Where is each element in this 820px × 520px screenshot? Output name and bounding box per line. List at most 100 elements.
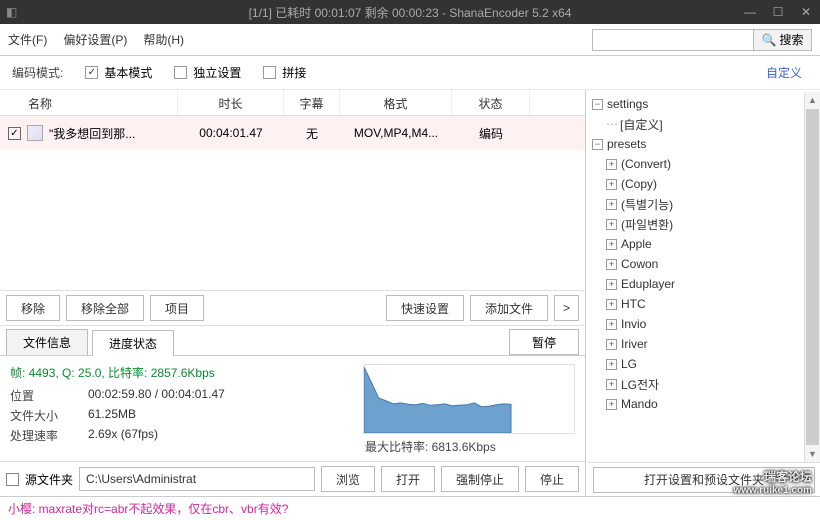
output-row: 源文件夹 C:\Users\Administrat 浏览 打开 强制停止 停止: [0, 462, 585, 496]
expand-icon[interactable]: +: [606, 179, 617, 190]
tree-node-custom[interactable]: ⋯[自定义]: [592, 114, 800, 134]
pause-button[interactable]: 暂停: [509, 329, 579, 355]
add-file-button[interactable]: 添加文件: [470, 295, 548, 321]
basic-mode-option[interactable]: 基本模式: [85, 64, 152, 81]
maximize-button[interactable]: ☐: [764, 0, 792, 24]
search-input[interactable]: [593, 30, 753, 50]
expand-icon[interactable]: +: [606, 259, 617, 270]
scrollbar[interactable]: ▲ ▼: [804, 92, 820, 462]
tab-file-info[interactable]: 文件信息: [6, 329, 88, 355]
checkbox-icon: [85, 66, 98, 79]
source-folder-checkbox[interactable]: [6, 473, 19, 486]
checkbox-icon: [174, 66, 187, 79]
open-button[interactable]: 打开: [381, 466, 435, 492]
open-preset-folder-button[interactable]: 打开设置和预设文件夹: [593, 467, 816, 493]
tree-node[interactable]: +Apple: [592, 234, 800, 254]
quick-settings-button[interactable]: 快速设置: [386, 295, 464, 321]
remove-all-button[interactable]: 移除全部: [66, 295, 144, 321]
tree-node[interactable]: +(특별기능): [592, 194, 800, 214]
expand-icon[interactable]: +: [606, 279, 617, 290]
independent-option[interactable]: 独立设置: [174, 64, 241, 81]
tabs-bar: 文件信息 进度状态 暂停: [0, 326, 585, 356]
tree-node-presets[interactable]: −presets: [592, 134, 800, 154]
menu-help[interactable]: 帮助(H): [143, 31, 184, 48]
window-title: [1/1] 已耗时 00:01:07 剩余 00:00:23 - ShanaEn…: [249, 4, 572, 21]
action-row: 移除 移除全部 项目 快速设置 添加文件 >: [0, 290, 585, 326]
col-status[interactable]: 状态: [452, 90, 530, 115]
col-name[interactable]: 名称: [0, 90, 178, 115]
minimize-button[interactable]: —: [736, 0, 764, 24]
menu-file[interactable]: 文件(F): [8, 31, 47, 48]
search-box: 🔍搜索: [592, 29, 812, 51]
project-button[interactable]: 项目: [150, 295, 204, 321]
col-subtitle[interactable]: 字幕: [284, 90, 340, 115]
customize-link[interactable]: 自定义: [766, 64, 802, 81]
speed-label: 处理速率: [10, 427, 88, 444]
output-path[interactable]: C:\Users\Administrat: [79, 467, 315, 491]
tree-node[interactable]: +(파일변환): [592, 214, 800, 234]
tree-node[interactable]: +(Convert): [592, 154, 800, 174]
tree-node[interactable]: +(Copy): [592, 174, 800, 194]
expand-icon[interactable]: +: [606, 219, 617, 230]
size-value: 61.25MB: [88, 407, 136, 424]
join-option[interactable]: 拼接: [263, 64, 306, 81]
speed-value: 2.69x (67fps): [88, 427, 158, 444]
cell-status: 编码: [452, 125, 530, 142]
tree-node[interactable]: +Iriver: [592, 334, 800, 354]
expand-icon[interactable]: +: [606, 379, 617, 390]
checkbox-icon: [263, 66, 276, 79]
tab-progress[interactable]: 进度状态: [92, 330, 174, 356]
more-button[interactable]: >: [554, 295, 579, 321]
tree-node-settings[interactable]: −settings: [592, 94, 800, 114]
status-bar: 小樱: maxrate对rc=abr不起效果，仅在cbr、vbr有效?: [0, 496, 820, 520]
row-checkbox[interactable]: [8, 127, 21, 140]
tree-node[interactable]: +Eduplayer: [592, 274, 800, 294]
menu-bar: 文件(F) 偏好设置(P) 帮助(H) 🔍搜索: [0, 24, 820, 56]
cell-subtitle: 无: [284, 125, 340, 142]
force-stop-button[interactable]: 强制停止: [441, 466, 519, 492]
expand-icon[interactable]: +: [606, 239, 617, 250]
bitrate-chart: [363, 364, 575, 434]
browse-button[interactable]: 浏览: [321, 466, 375, 492]
tree-node[interactable]: +HTC: [592, 294, 800, 314]
table-row[interactable]: "我多想回到那... 00:04:01.47 无 MOV,MP4,M4... 编…: [0, 116, 585, 150]
menu-preferences[interactable]: 偏好设置(P): [63, 31, 127, 48]
expand-icon[interactable]: +: [606, 339, 617, 350]
file-icon: [27, 125, 43, 141]
encode-mode-label: 编码模式:: [12, 64, 63, 81]
col-format[interactable]: 格式: [340, 90, 452, 115]
scroll-down-icon[interactable]: ▼: [805, 446, 820, 462]
cell-format: MOV,MP4,M4...: [340, 126, 452, 140]
side-panel: −settings ⋯[自定义] −presets +(Convert)+(Co…: [586, 90, 820, 496]
tree-node[interactable]: +Cowon: [592, 254, 800, 274]
search-icon: 🔍: [762, 33, 777, 47]
title-bar: ◧ [1/1] 已耗时 00:01:07 剩余 00:00:23 - Shana…: [0, 0, 820, 24]
scroll-thumb[interactable]: [806, 109, 819, 445]
remove-button[interactable]: 移除: [6, 295, 60, 321]
source-folder-label: 源文件夹: [25, 471, 73, 488]
tree-node[interactable]: +LG: [592, 354, 800, 374]
tree-node[interactable]: +LG전자: [592, 374, 800, 394]
search-button[interactable]: 🔍搜索: [753, 30, 811, 50]
expand-icon[interactable]: +: [606, 319, 617, 330]
cell-duration: 00:04:01.47: [178, 126, 284, 140]
tree-node[interactable]: +Mando: [592, 394, 800, 414]
max-bitrate: 最大比特率: 6813.6Kbps: [363, 438, 575, 455]
pos-value: 00:02:59.80 / 00:04:01.47: [88, 387, 225, 404]
preset-tree: −settings ⋯[自定义] −presets +(Convert)+(Co…: [588, 92, 804, 462]
collapse-icon[interactable]: −: [592, 99, 603, 110]
app-window: ◧ [1/1] 已耗时 00:01:07 剩余 00:00:23 - Shana…: [0, 0, 820, 520]
tree-node[interactable]: +Invio: [592, 314, 800, 334]
expand-icon[interactable]: +: [606, 199, 617, 210]
stop-button[interactable]: 停止: [525, 466, 579, 492]
col-duration[interactable]: 时长: [178, 90, 284, 115]
scroll-up-icon[interactable]: ▲: [805, 92, 820, 108]
expand-icon[interactable]: +: [606, 299, 617, 310]
expand-icon[interactable]: +: [606, 159, 617, 170]
expand-icon[interactable]: +: [606, 399, 617, 410]
cell-name: "我多想回到那...: [49, 125, 135, 142]
close-button[interactable]: ✕: [792, 0, 820, 24]
collapse-icon[interactable]: −: [592, 139, 603, 150]
table-header: 名称 时长 字幕 格式 状态: [0, 90, 585, 116]
expand-icon[interactable]: +: [606, 359, 617, 370]
